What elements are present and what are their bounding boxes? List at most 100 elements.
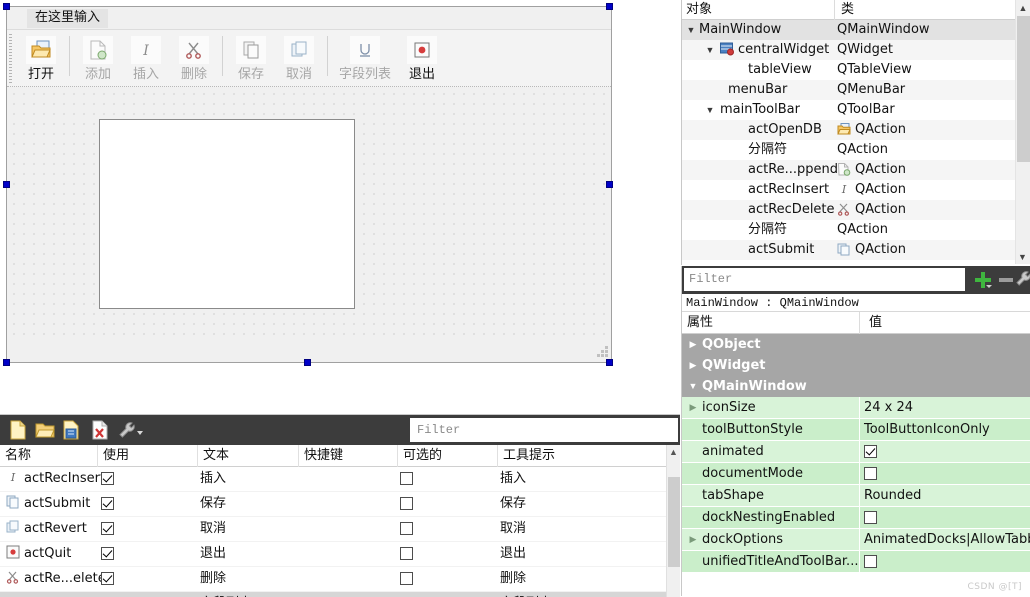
form-design-canvas[interactable]: 在这里输入 打开 添加 I 插入 删除 保存 取消 字段列表 退出	[0, 0, 680, 414]
checkable-checkbox[interactable]	[400, 592, 413, 597]
column-header-checkable[interactable]: 可选的	[398, 445, 498, 467]
column-header-property[interactable]: 属性	[682, 312, 713, 334]
used-checkbox[interactable]	[101, 592, 114, 597]
property-filter-input[interactable]: Filter	[684, 268, 965, 291]
property-group-qwidget[interactable]: ▶ QWidget	[682, 355, 1030, 376]
resize-handle-middle-left[interactable]	[3, 181, 10, 188]
tree-item-centralwidget[interactable]: ▼ centralWidget QWidget	[682, 40, 1016, 60]
tree-item-separator-2[interactable]: 分隔符 QAction	[682, 220, 1016, 240]
scroll-up-arrow-icon[interactable]: ▲	[667, 445, 680, 459]
menubar-type-here-placeholder[interactable]: 在这里输入	[27, 9, 109, 28]
property-value-checkbox[interactable]	[864, 551, 877, 572]
action-editor-rows[interactable]: I actRecInsert 插入 插入 actSubmit 保存 保存 act…	[0, 467, 666, 597]
tree-item-actsubmit[interactable]: actSubmit QAction	[682, 240, 1016, 260]
property-value[interactable]: ToolButtonIconOnly	[864, 419, 990, 440]
scrollbar-thumb[interactable]	[1017, 16, 1030, 162]
column-divider[interactable]	[859, 312, 860, 334]
designed-central-widget[interactable]	[7, 87, 611, 342]
property-row-tabshape[interactable]: tabShape Rounded	[682, 485, 1030, 507]
tree-item-actopendb[interactable]: actOpenDB QAction	[682, 120, 1016, 140]
toolbar-button-cancel[interactable]: 取消	[275, 32, 323, 82]
configure-button[interactable]	[1016, 269, 1030, 291]
checkable-checkbox[interactable]	[400, 567, 413, 591]
table-row[interactable]: actSubmit 保存 保存	[0, 492, 666, 517]
table-row[interactable]: actRevert 取消 取消	[0, 517, 666, 542]
chevron-right-icon[interactable]: ▶	[687, 355, 699, 376]
toolbar-drag-handle[interactable]	[9, 34, 12, 84]
column-header-value[interactable]: 值	[864, 312, 882, 334]
chevron-right-icon[interactable]: ▶	[687, 334, 699, 355]
toolbar-button-quit[interactable]: 退出	[398, 32, 446, 82]
edit-page-icon[interactable]	[60, 419, 84, 441]
object-inspector-scrollbar[interactable]: ▲ ▼	[1015, 0, 1030, 264]
column-header-name[interactable]: 名称	[0, 445, 98, 467]
size-grip-icon[interactable]	[595, 346, 609, 360]
remove-property-button[interactable]	[996, 269, 1016, 291]
property-group-qmainwindow[interactable]: ▼ QMainWindow	[682, 376, 1030, 397]
table-row[interactable]: actQuit 退出 退出	[0, 542, 666, 567]
checkable-checkbox[interactable]	[400, 467, 413, 491]
designed-main-toolbar[interactable]: 打开 添加 I 插入 删除 保存 取消 字段列表 退出	[7, 29, 611, 87]
chevron-right-icon[interactable]: ▶	[687, 529, 699, 550]
property-row-toolbuttonstyle[interactable]: toolButtonStyle ToolButtonIconOnly	[682, 419, 1030, 441]
scroll-down-arrow-icon[interactable]: ▼	[1016, 249, 1029, 264]
chevron-right-icon[interactable]: ▶	[687, 397, 699, 418]
tree-item-actrecinsert[interactable]: actRecInsert I QAction	[682, 180, 1016, 200]
property-value-checkbox[interactable]	[864, 441, 877, 462]
used-checkbox[interactable]	[101, 567, 114, 591]
property-value[interactable]: 24 x 24	[864, 397, 913, 418]
view-options-button[interactable]	[116, 419, 146, 441]
chevron-down-icon[interactable]: ▼	[704, 100, 716, 120]
column-header-object[interactable]: 对象	[682, 0, 712, 20]
used-checkbox[interactable]	[101, 492, 114, 516]
column-divider[interactable]	[834, 0, 835, 20]
table-row[interactable]: actRe...elete 删除 删除	[0, 567, 666, 592]
table-row[interactable]: actFields 字段列表 字段列表	[0, 592, 666, 597]
tree-item-separator-1[interactable]: 分隔符 QAction	[682, 140, 1016, 160]
column-header-tooltip[interactable]: 工具提示	[498, 445, 666, 467]
property-value[interactable]: AnimatedDocks|AllowTabb...	[864, 529, 1030, 550]
property-value[interactable]: Rounded	[864, 485, 921, 506]
chevron-down-icon[interactable]: ▼	[704, 40, 716, 60]
property-value-checkbox[interactable]	[864, 463, 877, 484]
checkable-checkbox[interactable]	[400, 517, 413, 541]
column-header-shortcut[interactable]: 快捷键	[299, 445, 398, 467]
property-row-iconsize[interactable]: ▶ iconSize 24 x 24	[682, 397, 1030, 419]
toolbar-button-insert[interactable]: I 插入	[122, 32, 170, 82]
resize-handle-top-right[interactable]	[606, 3, 613, 10]
tree-item-actrecappend[interactable]: actRe...ppend QAction	[682, 160, 1016, 180]
delete-page-icon[interactable]	[88, 419, 112, 441]
resize-handle-middle-right[interactable]	[606, 181, 613, 188]
property-group-qobject[interactable]: ▶ QObject	[682, 334, 1030, 355]
used-checkbox[interactable]	[101, 467, 114, 491]
toolbar-button-add[interactable]: 添加	[74, 32, 122, 82]
chevron-down-icon[interactable]: ▼	[685, 20, 697, 40]
toolbar-button-save[interactable]: 保存	[227, 32, 275, 82]
property-row-unifiedtitleandtoolbar[interactable]: unifiedTitleAndToolBar...	[682, 551, 1030, 573]
property-row-animated[interactable]: animated	[682, 441, 1030, 463]
designed-menubar[interactable]: 在这里输入	[7, 7, 611, 29]
scroll-up-arrow-icon[interactable]: ▲	[1016, 0, 1030, 15]
designed-table-view[interactable]	[99, 119, 355, 309]
toolbar-button-open[interactable]: 打开	[17, 32, 65, 82]
action-editor-scrollbar[interactable]: ▲	[666, 445, 680, 597]
object-inspector-rows[interactable]: ▼ MainWindow QMainWindow ▼ centralWidget…	[682, 20, 1016, 264]
resize-handle-bottom-right[interactable]	[606, 359, 613, 366]
property-row-documentmode[interactable]: documentMode	[682, 463, 1030, 485]
resize-handle-bottom-left[interactable]	[3, 359, 10, 366]
tree-item-menubar[interactable]: menuBar QMenuBar	[682, 80, 1016, 100]
action-editor-filter-input[interactable]: Filter	[410, 418, 678, 442]
resize-handle-bottom-center[interactable]	[304, 359, 311, 366]
property-row-dockoptions[interactable]: ▶ dockOptions AnimatedDocks|AllowTabb...	[682, 529, 1030, 551]
tree-item-actrecdelete[interactable]: actRecDelete QAction	[682, 200, 1016, 220]
checkable-checkbox[interactable]	[400, 542, 413, 566]
toolbar-button-fields[interactable]: 字段列表	[332, 32, 398, 82]
tree-item-tableview[interactable]: tableView QTableView	[682, 60, 1016, 80]
column-header-used[interactable]: 使用	[98, 445, 198, 467]
folder-icon[interactable]	[33, 419, 57, 441]
property-value-checkbox[interactable]	[864, 507, 877, 528]
property-editor-rows[interactable]: ▶ QObject ▶ QWidget ▼ QMainWindow ▶ icon…	[682, 334, 1030, 596]
table-row[interactable]: I actRecInsert 插入 插入	[0, 467, 666, 492]
tree-item-maintoolbar[interactable]: ▼ mainToolBar QToolBar	[682, 100, 1016, 120]
tree-item-mainwindow[interactable]: ▼ MainWindow QMainWindow	[682, 20, 1016, 40]
